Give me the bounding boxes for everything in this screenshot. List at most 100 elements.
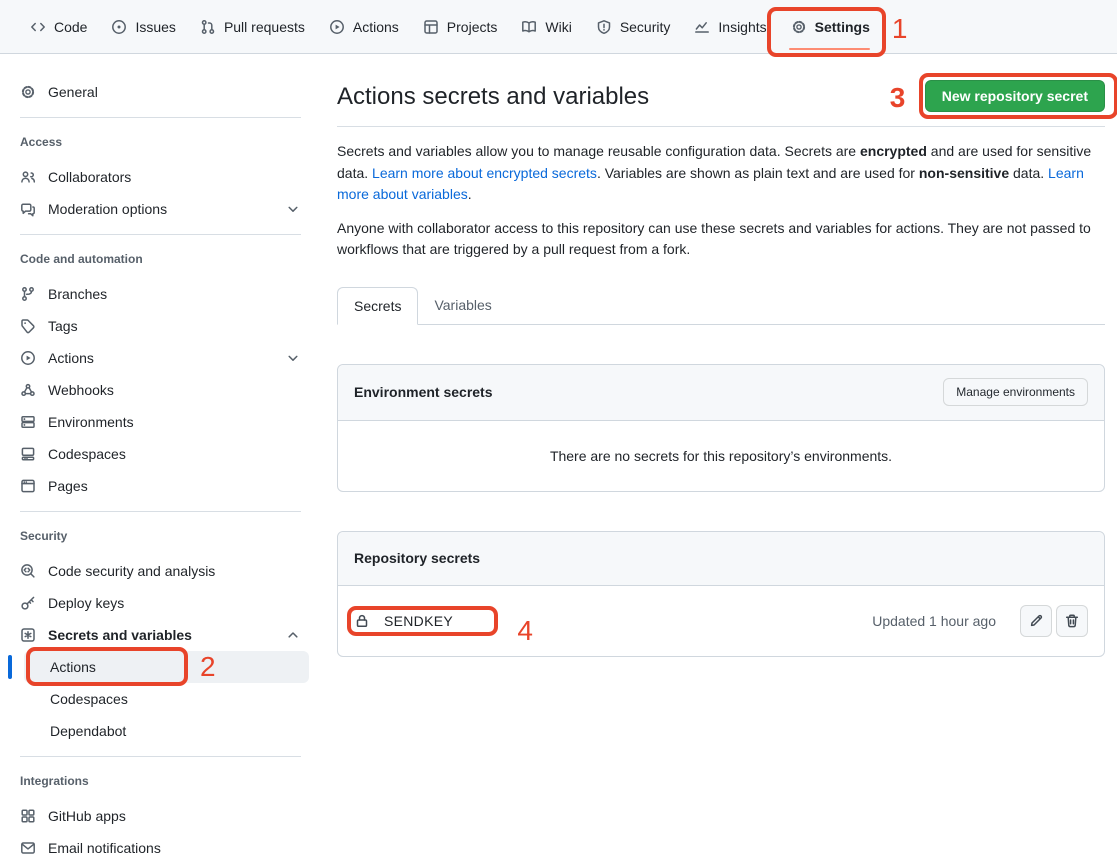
server-icon xyxy=(20,414,36,430)
tab-label: Settings xyxy=(815,19,870,35)
sidebar-item-github-apps[interactable]: GitHub apps xyxy=(12,800,309,832)
fork-paragraph: Anyone with collaborator access to this … xyxy=(337,218,1105,261)
sidebar-item-code-security-and-analysis[interactable]: Code security and analysis xyxy=(12,555,309,587)
bold-text: encrypted xyxy=(860,143,927,159)
sidebar-item-email-notifications[interactable]: Email notifications xyxy=(12,832,309,864)
play-icon xyxy=(329,19,345,35)
sidebar-item-label: Email notifications xyxy=(48,840,161,856)
sidebar-item-label: Code security and analysis xyxy=(48,563,215,579)
pencil-icon xyxy=(1028,613,1044,629)
main-content: Actions secrets and variables New reposi… xyxy=(321,54,1117,657)
sidebar-subitem-actions[interactable]: Actions 2 xyxy=(24,651,309,683)
chevron-down-icon xyxy=(285,350,301,366)
tab-pull-requests[interactable]: Pull requests xyxy=(188,0,317,53)
tab-label: Wiki xyxy=(545,19,571,35)
shield-icon xyxy=(596,19,612,35)
annotation-label-1: 1 xyxy=(892,15,908,43)
sidebar-item-label: General xyxy=(48,84,98,100)
sidebar-subitem-codespaces[interactable]: Codespaces xyxy=(24,683,309,715)
sidebar-item-label: Codespaces xyxy=(48,446,126,462)
tag-icon xyxy=(20,318,36,334)
page-head: Actions secrets and variables New reposi… xyxy=(337,82,1105,127)
tab-issues[interactable]: Issues xyxy=(99,0,187,53)
sidebar-item-tags[interactable]: Tags xyxy=(12,310,309,342)
repository-secrets-header: Repository secrets xyxy=(338,532,1104,586)
sidebar-item-label: Deploy keys xyxy=(48,595,124,611)
tab-secrets[interactable]: Secrets xyxy=(337,287,418,325)
annotation-label-2: 2 xyxy=(200,653,216,681)
sidebar-item-label: Tags xyxy=(48,318,78,334)
codescan-icon xyxy=(20,563,36,579)
sidebar-item-label: Webhooks xyxy=(48,382,114,398)
sidebar-section-title: Access xyxy=(12,135,309,150)
new-repository-secret-button[interactable]: New repository secret 3 xyxy=(925,80,1105,112)
tab-actions[interactable]: Actions xyxy=(317,0,411,53)
sidebar-item-general[interactable]: General xyxy=(12,76,309,108)
sidebar-item-label: Actions xyxy=(48,350,94,366)
sidebar-section-title: Code and automation xyxy=(12,252,309,267)
repo-tab-bar: Code Issues Pull requests Actions Projec… xyxy=(0,0,1117,54)
sidebar-section-title: Security xyxy=(12,529,309,544)
text: data. xyxy=(1009,165,1048,181)
card-title: Repository secrets xyxy=(354,550,480,566)
tab-label: Actions xyxy=(353,19,399,35)
chevron-up-icon xyxy=(285,627,301,643)
tab-label: Insights xyxy=(718,19,766,35)
trash-icon xyxy=(1064,613,1080,629)
tab-code[interactable]: Code xyxy=(18,0,99,53)
tab-label: Security xyxy=(620,19,671,35)
sidebar-item-actions[interactable]: Actions xyxy=(12,342,309,374)
sidebar-section-title: Integrations xyxy=(12,774,309,789)
sidebar-item-deploy-keys[interactable]: Deploy keys xyxy=(12,587,309,619)
comment-discussion-icon xyxy=(20,201,36,217)
lock-icon xyxy=(354,613,370,629)
sidebar-item-label: Codespaces xyxy=(50,691,128,707)
sidebar-item-label: GitHub apps xyxy=(48,808,126,824)
play-icon xyxy=(20,350,36,366)
sidebar-subitem-dependabot[interactable]: Dependabot xyxy=(24,715,309,747)
tab-label: Pull requests xyxy=(224,19,305,35)
secret-name: SENDKEY xyxy=(384,613,453,629)
sidebar-item-collaborators[interactable]: Collaborators xyxy=(12,161,309,193)
sidebar-divider xyxy=(20,234,301,235)
tab-security[interactable]: Security xyxy=(584,0,683,53)
inline-link[interactable]: Learn more about encrypted secrets xyxy=(372,165,597,181)
text: . Variables are shown as plain text and … xyxy=(597,165,919,181)
annotation-label-4: 4 xyxy=(517,617,533,645)
intro-paragraph: Secrets and variables allow you to manag… xyxy=(337,141,1105,206)
book-icon xyxy=(521,19,537,35)
browser-icon xyxy=(20,478,36,494)
sidebar-item-environments[interactable]: Environments xyxy=(12,406,309,438)
tab-label: Code xyxy=(54,19,87,35)
active-indicator xyxy=(8,655,12,679)
delete-secret-button[interactable] xyxy=(1056,605,1088,637)
sidebar-item-moderation-options[interactable]: Moderation options xyxy=(12,193,309,225)
tab-wiki[interactable]: Wiki xyxy=(509,0,583,53)
sidebar-item-branches[interactable]: Branches xyxy=(12,278,309,310)
chevron-down-icon xyxy=(285,201,301,217)
card-title: Environment secrets xyxy=(354,384,493,400)
sidebar-item-codespaces[interactable]: Codespaces xyxy=(12,438,309,470)
sidebar-item-label: Secrets and variables xyxy=(48,627,192,643)
settings-sidebar: General Access Collaborators Moderation … xyxy=(0,54,321,864)
sidebar-item-label: Actions xyxy=(50,659,96,675)
mail-icon xyxy=(20,840,36,856)
sidebar-item-webhooks[interactable]: Webhooks xyxy=(12,374,309,406)
git-pull-request-icon xyxy=(200,19,216,35)
gear-icon xyxy=(20,84,36,100)
edit-secret-button[interactable] xyxy=(1020,605,1052,637)
environment-secrets-empty-message: There are no secrets for this repository… xyxy=(338,421,1104,491)
tab-insights[interactable]: Insights xyxy=(682,0,778,53)
asterisk-box-icon xyxy=(20,627,36,643)
tab-projects[interactable]: Projects xyxy=(411,0,510,53)
tab-settings[interactable]: Settings 1 xyxy=(779,0,882,53)
sidebar-divider xyxy=(20,756,301,757)
tab-variables[interactable]: Variables xyxy=(418,287,507,325)
key-icon xyxy=(20,595,36,611)
manage-environments-button[interactable]: Manage environments xyxy=(943,378,1088,406)
sidebar-item-secrets-and-variables[interactable]: Secrets and variables xyxy=(12,619,309,651)
secret-row: SENDKEY 4 Updated 1 hour ago xyxy=(338,586,1104,656)
graph-icon xyxy=(694,19,710,35)
sidebar-item-pages[interactable]: Pages xyxy=(12,470,309,502)
issue-opened-icon xyxy=(111,19,127,35)
